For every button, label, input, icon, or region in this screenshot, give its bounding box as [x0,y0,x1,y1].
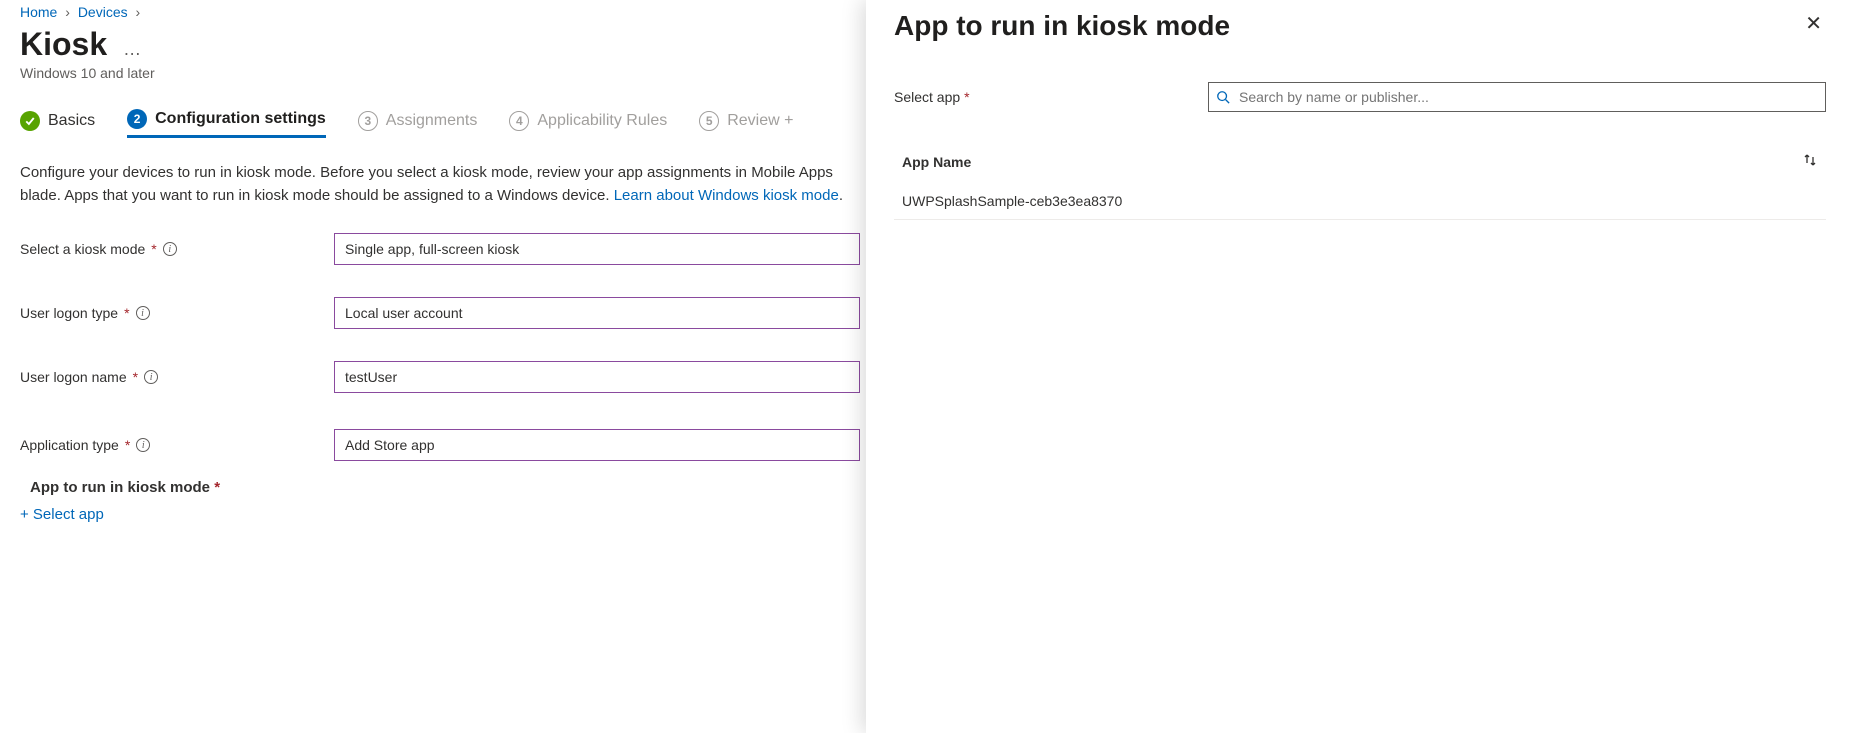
more-actions-button[interactable]: … [123,39,140,60]
table-row[interactable]: UWPSplashSample-ceb3e3ea8370 [894,183,1826,220]
step-basics[interactable]: Basics [20,111,95,137]
kiosk-mode-dropdown[interactable]: Single app, full-screen kiosk [334,233,860,265]
info-icon[interactable]: i [136,438,150,452]
info-icon[interactable]: i [144,370,158,384]
page-title: Kiosk [20,26,107,63]
step-label: Basics [48,112,95,130]
kiosk-mode-label: Select a kiosk mode [20,241,145,257]
step-number-icon: 5 [699,111,719,131]
step-label: Applicability Rules [537,112,667,130]
logon-type-dropdown[interactable]: Local user account [334,297,860,329]
breadcrumb-devices[interactable]: Devices [78,4,128,20]
step-label: Assignments [386,112,478,130]
select-app-link[interactable]: + Select app [20,506,104,523]
select-app-label: Select app [894,89,960,105]
search-input[interactable] [1208,82,1826,112]
logon-name-label: User logon name [20,369,127,385]
close-icon[interactable]: ✕ [1801,10,1826,38]
column-header-app-name[interactable]: App Name [902,154,971,170]
application-type-label: Application type [20,437,119,453]
chevron-right-icon: › [65,4,70,20]
info-icon[interactable]: i [163,242,177,256]
intro-text: Configure your devices to run in kiosk m… [20,162,860,207]
breadcrumb: Home › Devices › [20,4,860,20]
app-selector-flyout: App to run in kiosk mode ✕ Select app * … [866,0,1866,733]
table-header: App Name [894,152,1826,181]
logon-type-label: User logon type [20,305,118,321]
step-label: Configuration settings [155,110,326,128]
required-indicator: * [214,479,220,496]
chevron-right-icon: › [136,4,141,20]
step-applicability-rules[interactable]: 4 Applicability Rules [509,111,667,137]
flyout-title: App to run in kiosk mode [894,10,1230,42]
required-indicator: * [133,369,138,385]
step-number-icon: 2 [127,109,147,129]
step-configuration-settings[interactable]: 2 Configuration settings [127,109,326,138]
sort-icon[interactable] [1802,152,1818,171]
learn-link[interactable]: Learn [614,187,652,204]
required-indicator: * [125,437,130,453]
application-type-dropdown[interactable]: Add Store app [334,429,860,461]
page-subtitle: Windows 10 and later [20,65,860,81]
step-number-icon: 4 [509,111,529,131]
app-to-run-label: App to run in kiosk mode * [30,479,860,496]
required-indicator: * [151,241,156,257]
step-label: Review + [727,112,793,130]
step-review[interactable]: 5 Review + [699,111,793,137]
logon-name-input[interactable] [334,361,860,393]
step-assignments[interactable]: 3 Assignments [358,111,478,137]
required-indicator: * [124,305,129,321]
check-icon [20,111,40,131]
learn-kiosk-link[interactable]: about Windows kiosk mode [656,187,839,204]
step-number-icon: 3 [358,111,378,131]
required-indicator: * [964,89,969,105]
wizard-steps: Basics 2 Configuration settings 3 Assign… [20,109,860,138]
info-icon[interactable]: i [136,306,150,320]
breadcrumb-home[interactable]: Home [20,4,57,20]
search-icon [1216,90,1230,104]
